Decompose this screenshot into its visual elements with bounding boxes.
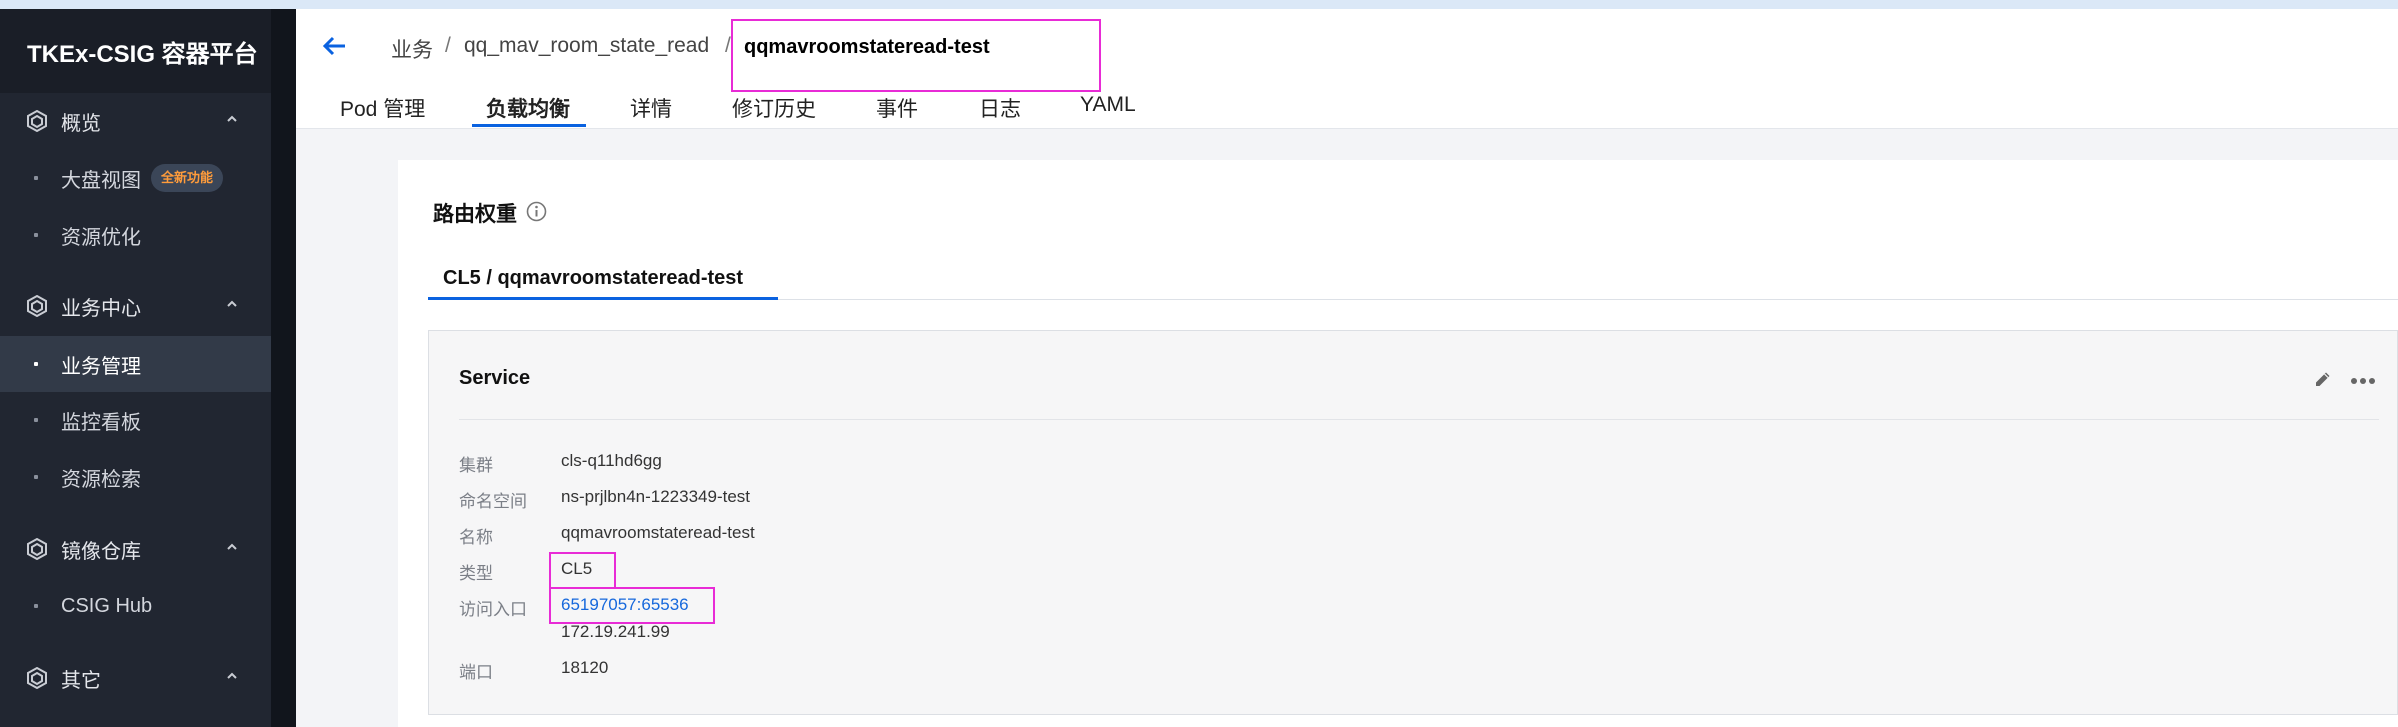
sidebar-item-csig-hub[interactable]: CSIG Hub [0, 578, 271, 634]
field-label-port: 端口 [459, 663, 493, 682]
sidebar-item-resource-optimization[interactable]: 资源优化 [0, 207, 271, 263]
top-strip [0, 0, 2398, 9]
sidebar-item-label: 资源检索 [61, 468, 141, 491]
breadcrumb-business[interactable]: 业务 [391, 34, 433, 64]
tab-revision-history[interactable]: 修订历史 [732, 93, 816, 123]
page-header [296, 9, 2398, 129]
bullet-icon [34, 362, 38, 366]
chevron-up-icon [227, 543, 237, 550]
more-icon[interactable] [2350, 377, 2376, 385]
sidebar-item-label: 资源优化 [61, 226, 141, 249]
chevron-up-icon [227, 115, 237, 122]
field-label-namespace: 命名空间 [459, 492, 527, 511]
sidebar-group-overview[interactable]: 概览 [0, 96, 271, 146]
field-value-cluster: cls-q11hd6gg [561, 451, 662, 470]
bullet-icon [34, 604, 38, 608]
chevron-up-icon [227, 300, 237, 307]
field-label-type: 类型 [459, 564, 493, 583]
field-label-access-entry: 访问入口 [459, 600, 527, 619]
bullet-icon [34, 418, 38, 422]
sidebar-edge [271, 9, 296, 727]
sidebar-item-dashboard[interactable]: 大盘视图 全新功能 [0, 150, 271, 206]
sidebar-group-other[interactable]: 其它 [0, 653, 271, 703]
hexagon-icon [27, 295, 47, 317]
field-label-cluster: 集群 [459, 456, 493, 475]
chevron-up-icon [227, 672, 237, 679]
edit-icon[interactable] [2313, 369, 2333, 389]
bullet-icon [34, 233, 38, 237]
sidebar-group-label: 其它 [61, 669, 101, 692]
breadcrumb-separator: / [445, 34, 451, 57]
tab-logs[interactable]: 日志 [979, 93, 1021, 123]
highlight-box [549, 587, 715, 624]
section-title: 路由权重 [433, 203, 517, 226]
field-value-port: 18120 [561, 658, 609, 677]
sidebar-group-image-registry[interactable]: 镜像仓库 [0, 524, 271, 574]
sidebar-item-business-management[interactable]: 业务管理 [0, 336, 271, 392]
service-divider [459, 419, 2379, 420]
sidebar-group-label: 概览 [61, 112, 101, 135]
field-value-access-ip: 172.19.241.99 [561, 622, 670, 641]
service-title: Service [459, 367, 531, 389]
brand-title[interactable]: TKEx-CSIG 容器平台 [0, 9, 271, 93]
hexagon-icon [27, 110, 47, 132]
tab-load-balancing[interactable]: 负载均衡 [486, 93, 570, 123]
bullet-icon [34, 176, 38, 180]
field-value-name: qqmavroomstateread-test [561, 523, 755, 542]
hexagon-icon [27, 667, 47, 689]
tab-events[interactable]: 事件 [876, 93, 918, 123]
highlight-box [549, 552, 616, 589]
field-label-name: 名称 [459, 528, 493, 547]
sidebar-item-monitoring-board[interactable]: 监控看板 [0, 392, 271, 448]
arrow-left-icon[interactable] [321, 34, 349, 58]
info-icon[interactable] [526, 201, 547, 222]
sidebar-item-label: CSIG Hub [61, 594, 153, 617]
sidebar-item-label: 大盘视图 [61, 169, 141, 192]
tab-cl5-service[interactable]: CL5 / qqmavroomstateread-test [443, 267, 743, 290]
new-feature-badge: 全新功能 [151, 164, 224, 192]
sidebar-group-label: 镜像仓库 [61, 540, 141, 563]
breadcrumb-app[interactable]: qq_mav_room_state_read [464, 34, 709, 58]
active-subtab-indicator [428, 297, 778, 300]
active-tab-indicator [472, 124, 586, 127]
sidebar-item-resource-search[interactable]: 资源检索 [0, 449, 271, 505]
field-value-namespace: ns-prjlbn4n-1223349-test [561, 487, 751, 506]
tab-details[interactable]: 详情 [630, 93, 672, 123]
sidebar-item-label: 业务管理 [61, 355, 141, 378]
tab-pod-management[interactable]: Pod 管理 [340, 93, 425, 123]
hexagon-icon [27, 538, 47, 560]
breadcrumb-separator: / [725, 34, 731, 57]
highlight-box [731, 19, 1101, 92]
sidebar-group-business-center[interactable]: 业务中心 [0, 281, 271, 331]
sidebar-group-label: 业务中心 [61, 297, 141, 320]
tab-yaml[interactable]: YAML [1080, 93, 1136, 117]
sidebar-item-label: 监控看板 [61, 411, 141, 434]
bullet-icon [34, 475, 38, 479]
